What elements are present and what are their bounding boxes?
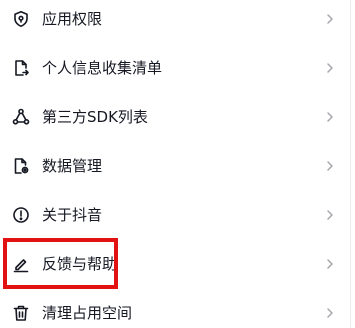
menu-item-label: 应用权限 [42,10,103,28]
triangle-nodes-icon [12,108,30,126]
menu-item-clear-storage[interactable]: 清理占用空间 [0,289,350,328]
menu-item-label: 数据管理 [42,157,103,175]
chevron-right-icon [324,110,336,124]
pencil-icon [12,255,30,273]
settings-menu: 应用权限 个人信息收集清单 第三方SDK列表 数据管理 关于抖音 反馈与帮助 清… [0,0,350,328]
chevron-right-icon [324,208,336,222]
menu-item-third-party-sdk[interactable]: 第三方SDK列表 [0,93,350,142]
shield-lock-icon [12,10,30,28]
menu-item-about-douyin[interactable]: 关于抖音 [0,191,350,240]
menu-item-app-permissions[interactable]: 应用权限 [0,0,350,44]
document-export-icon [12,59,30,77]
menu-item-label: 关于抖音 [42,206,103,224]
menu-item-label: 第三方SDK列表 [42,108,148,126]
menu-item-feedback-help[interactable]: 反馈与帮助 [0,240,350,289]
chevron-right-icon [324,61,336,75]
menu-item-personal-info-list[interactable]: 个人信息收集清单 [0,44,350,93]
settings-card: 应用权限 个人信息收集清单 第三方SDK列表 数据管理 关于抖音 反馈与帮助 清… [0,0,351,328]
chevron-right-icon [324,159,336,173]
menu-item-label: 反馈与帮助 [42,255,118,273]
menu-item-data-management[interactable]: 数据管理 [0,142,350,191]
menu-item-label: 个人信息收集清单 [42,59,163,77]
chevron-right-icon [324,306,336,320]
menu-item-label: 清理占用空间 [42,304,133,322]
chevron-right-icon [324,257,336,271]
trash-icon [12,304,30,322]
document-gear-icon [12,157,30,175]
chevron-right-icon [324,12,336,26]
info-circle-icon [12,206,30,224]
